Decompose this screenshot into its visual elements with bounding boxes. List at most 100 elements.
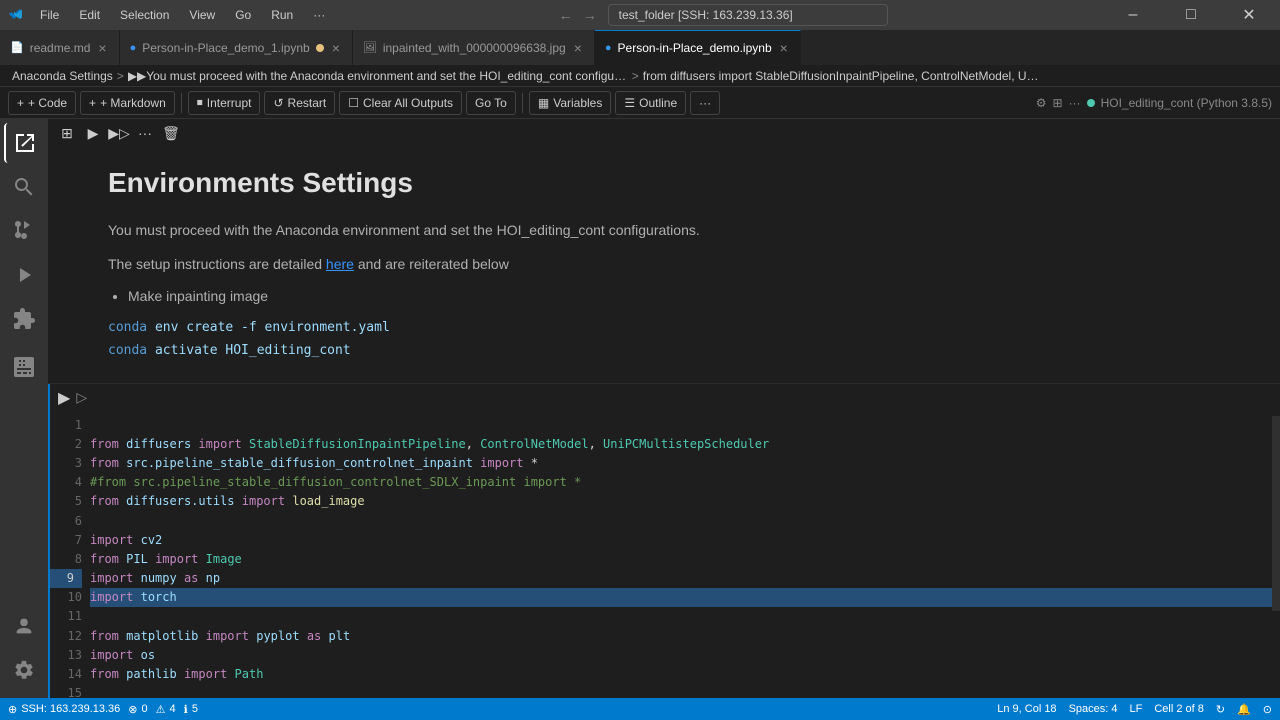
run-cell-button[interactable]: ▶ (82, 122, 104, 144)
restart-button[interactable]: ↺ Restart (264, 91, 335, 115)
nav-arrows: ← → (556, 5, 600, 25)
variables-button[interactable]: ▦ Variables (529, 91, 611, 115)
ln-1: 1 (50, 416, 82, 435)
code-content: 1 2 3 4 5 6 7 8 9 10 11 12 13 14 (50, 412, 1280, 698)
title-bar-left: File Edit Selection View Go Run ··· (8, 6, 333, 24)
sidebar-item-explorer[interactable] (4, 123, 44, 163)
code-block-line1: conda env create -f environment.yaml (108, 316, 1240, 339)
status-bar-left: ⊕ SSH: 163.239.13.36 ⊗ 0 ⚠ 4 ℹ 5 (8, 703, 198, 716)
tab-person-demo[interactable]: ● Person-in-Place_demo.ipynb × (595, 30, 801, 65)
ln-11: 11 (50, 607, 82, 626)
tab-readme-label: readme.md (30, 41, 91, 55)
sidebar-item-source-control[interactable] (4, 211, 44, 251)
add-markdown-button[interactable]: + + Markdown (80, 91, 175, 115)
breadcrumb-part2[interactable]: ▶▶You must proceed with the Anaconda env… (128, 69, 628, 83)
more-options-button[interactable]: ··· (690, 91, 720, 115)
line-ending[interactable]: LF (1129, 703, 1142, 715)
clear-label: Clear All Outputs (363, 96, 453, 110)
remote-status[interactable]: ⊕ SSH: 163.239.13.36 (8, 703, 120, 716)
outline-button[interactable]: ☰ Outline (615, 91, 686, 115)
tab-person-demo1-modified (316, 44, 324, 52)
run-above-button[interactable]: ⊞ (56, 122, 78, 144)
info-icon: ℹ (184, 703, 188, 716)
tab-person-demo1[interactable]: ● Person-in-Place_demo_1.ipynb × (120, 30, 353, 65)
terminal-button[interactable]: ⊙ (1263, 703, 1272, 716)
add-markdown-icon: + (89, 96, 96, 110)
code-editor[interactable]: from diffusers import StableDiffusionInp… (90, 416, 1272, 698)
tab-image-icon: 🖼 (363, 41, 377, 54)
restart-label: Restart (288, 96, 327, 110)
tab-image[interactable]: 🖼 inpainted_with_000000096638.jpg × (353, 30, 595, 65)
title-bar: File Edit Selection View Go Run ··· ← → … (0, 0, 1280, 30)
cell-run-next-button[interactable]: ▷ (76, 389, 87, 406)
info-status[interactable]: ℹ 5 (184, 703, 198, 716)
markdown-para2-before: The setup instructions are detailed (108, 256, 326, 272)
breadcrumb-part3[interactable]: from diffusers import StableDiffusionInp… (643, 69, 1043, 83)
menu-view[interactable]: View (181, 6, 223, 24)
cell-info-text: Cell 2 of 8 (1154, 703, 1204, 715)
variables-label: Variables (553, 96, 602, 110)
cell-more-button[interactable]: ··· (134, 122, 156, 144)
menu-run[interactable]: Run (263, 6, 301, 24)
delete-cell-button[interactable]: 🗑 (160, 122, 182, 144)
run-below-button[interactable]: ▶▷ (108, 122, 130, 144)
sidebar-item-run-debug[interactable] (4, 255, 44, 295)
code-cell: ▶ ▷ 1 2 3 4 5 6 7 8 9 10 11 (48, 384, 1280, 698)
editor-area[interactable]: Environments Settings You must proceed w… (48, 147, 1280, 698)
markdown-cell: Environments Settings You must proceed w… (48, 147, 1280, 384)
warning-status[interactable]: ⚠ 4 (156, 703, 176, 716)
menu-go[interactable]: Go (227, 6, 259, 24)
search-bar[interactable]: test_folder [SSH: 163.239.13.36] (608, 4, 888, 26)
status-bar-right: Ln 9, Col 18 Spaces: 4 LF Cell 2 of 8 ↻ … (997, 703, 1272, 716)
settings-icon[interactable] (4, 650, 44, 690)
nav-back-button[interactable]: ← (556, 5, 576, 25)
tab-image-label: inpainted_with_000000096638.jpg (383, 41, 566, 55)
notification-button[interactable]: 🔔 (1237, 703, 1251, 716)
sync-button[interactable]: ↻ (1216, 703, 1225, 716)
clear-outputs-button[interactable]: ☐ Clear All Outputs (339, 91, 462, 115)
goto-button[interactable]: Go To (466, 91, 516, 115)
remote-text: SSH: 163.239.13.36 (21, 703, 120, 715)
sidebar-item-remote[interactable] (4, 347, 44, 387)
menu-edit[interactable]: Edit (71, 6, 108, 24)
cell-run-button[interactable]: ▶ (58, 388, 70, 408)
layout-icon[interactable]: ⊞ (1053, 96, 1063, 110)
accounts-icon[interactable] (4, 606, 44, 646)
menu-more[interactable]: ··· (305, 6, 333, 24)
tab-person-demo-close[interactable]: × (778, 40, 790, 56)
error-status[interactable]: ⊗ 0 (128, 703, 147, 716)
breadcrumb-part1[interactable]: Anaconda Settings (12, 69, 113, 83)
add-code-button[interactable]: + + Code (8, 91, 76, 115)
ln-4: 4 (50, 473, 82, 492)
cursor-position[interactable]: Ln 9, Col 18 (997, 703, 1056, 715)
tab-readme[interactable]: 📄 readme.md × (0, 30, 120, 65)
interrupt-label: Interrupt (207, 96, 252, 110)
tab-readme-close[interactable]: × (96, 40, 108, 56)
kernel-more-icon[interactable]: ··· (1069, 96, 1081, 110)
settings-icon[interactable]: ⚙ (1036, 96, 1047, 110)
here-link[interactable]: here (326, 256, 354, 272)
indent-setting[interactable]: Spaces: 4 (1069, 703, 1118, 715)
restore-button[interactable]: □ (1168, 0, 1214, 30)
minimap-slider[interactable] (1272, 416, 1280, 612)
activity-bar-bottom (4, 606, 44, 698)
kernel-label[interactable]: HOI_editing_cont (Python 3.8.5) (1101, 96, 1272, 110)
tab-person-demo1-label: Person-in-Place_demo_1.ipynb (142, 41, 309, 55)
close-button[interactable]: ✕ (1226, 0, 1272, 30)
minimize-button[interactable]: – (1110, 0, 1156, 30)
sidebar-item-extensions[interactable] (4, 299, 44, 339)
nav-forward-button[interactable]: → (580, 5, 600, 25)
cell-info[interactable]: Cell 2 of 8 (1154, 703, 1204, 715)
markdown-para2: The setup instructions are detailed here… (108, 253, 1240, 275)
ln-2: 2 (50, 435, 82, 454)
toolbar-sep1 (181, 93, 182, 113)
error-icon: ⊗ (128, 703, 137, 716)
menu-file[interactable]: File (32, 6, 67, 24)
tab-person-demo1-close[interactable]: × (330, 40, 342, 56)
interrupt-button[interactable]: ⏹ Interrupt (188, 91, 261, 115)
line-ending-text: LF (1129, 703, 1142, 715)
tab-image-close[interactable]: × (572, 40, 584, 56)
sidebar-item-search[interactable] (4, 167, 44, 207)
ln-12: 12 (50, 627, 82, 646)
menu-selection[interactable]: Selection (112, 6, 177, 24)
